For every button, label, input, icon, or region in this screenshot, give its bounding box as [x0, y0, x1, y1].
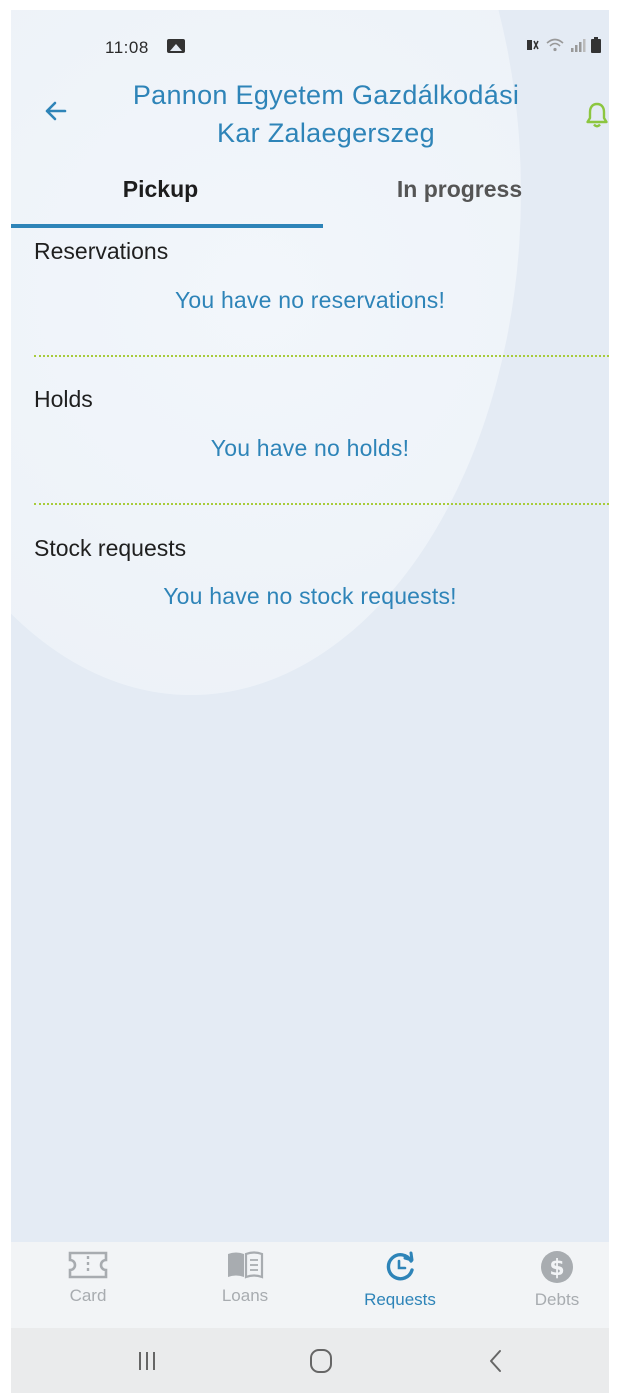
- book-icon: [228, 1251, 264, 1279]
- svg-text:$: $: [549, 1256, 564, 1281]
- nav-debts-label: Debts: [534, 1290, 580, 1309]
- app-screen: 11:08 Pannon Egyetem Gazdálkodási Kar Za…: [11, 10, 609, 1393]
- nav-requests-label: Requests: [364, 1290, 436, 1309]
- page-title-line1: Pannon Egyetem Gazdálkodási: [132, 80, 520, 110]
- holds-heading: Holds: [34, 386, 93, 412]
- reservations-heading: Reservations: [34, 238, 169, 264]
- wifi-icon: [546, 38, 564, 52]
- bottom-navigation: Card Loans Requests $ Debts: [11, 1242, 609, 1328]
- nav-loans-label: Loans: [221, 1286, 269, 1305]
- home-icon[interactable]: [301, 1346, 341, 1376]
- dollar-icon: $: [541, 1251, 573, 1283]
- stock-requests-empty-message: You have no stock requests!: [163, 583, 457, 609]
- nav-card-label: Card: [69, 1286, 107, 1305]
- nav-requests[interactable]: Requests: [340, 1250, 460, 1310]
- active-tab-indicator: [11, 224, 323, 228]
- nav-debts[interactable]: $ Debts: [497, 1250, 609, 1310]
- nav-card[interactable]: Card: [28, 1250, 148, 1306]
- tab-pickup[interactable]: Pickup: [11, 176, 310, 203]
- system-navigation-bar: [11, 1328, 609, 1393]
- back-arrow-icon[interactable]: [39, 94, 73, 128]
- bell-icon[interactable]: [585, 101, 609, 129]
- card-icon: [68, 1251, 108, 1279]
- status-bar: 11:08: [11, 10, 609, 80]
- page-title: Pannon Egyetem Gazdálkodási Kar Zalaeger…: [91, 76, 561, 152]
- tab-in-progress[interactable]: In progress: [310, 176, 609, 203]
- reservations-empty-message: You have no reservations!: [174, 287, 446, 313]
- system-back-icon[interactable]: [476, 1346, 516, 1376]
- status-icons: [524, 37, 601, 53]
- nav-loans[interactable]: Loans: [185, 1250, 305, 1306]
- tab-bar: Pickup In progress: [11, 170, 609, 230]
- recent-apps-icon[interactable]: [127, 1346, 167, 1376]
- battery-icon: [591, 37, 601, 53]
- clock-refresh-icon: [386, 1251, 414, 1281]
- section-divider: [34, 503, 609, 505]
- section-divider: [34, 355, 609, 357]
- gallery-notification-icon: [167, 39, 185, 53]
- page-title-line2: Kar Zalaegerszeg: [217, 118, 435, 148]
- mute-vibrate-icon: [527, 40, 539, 50]
- holds-empty-message: You have no holds!: [210, 435, 410, 461]
- stock-requests-heading: Stock requests: [34, 535, 187, 561]
- status-time: 11:08: [105, 38, 149, 57]
- signal-icon: [571, 39, 586, 52]
